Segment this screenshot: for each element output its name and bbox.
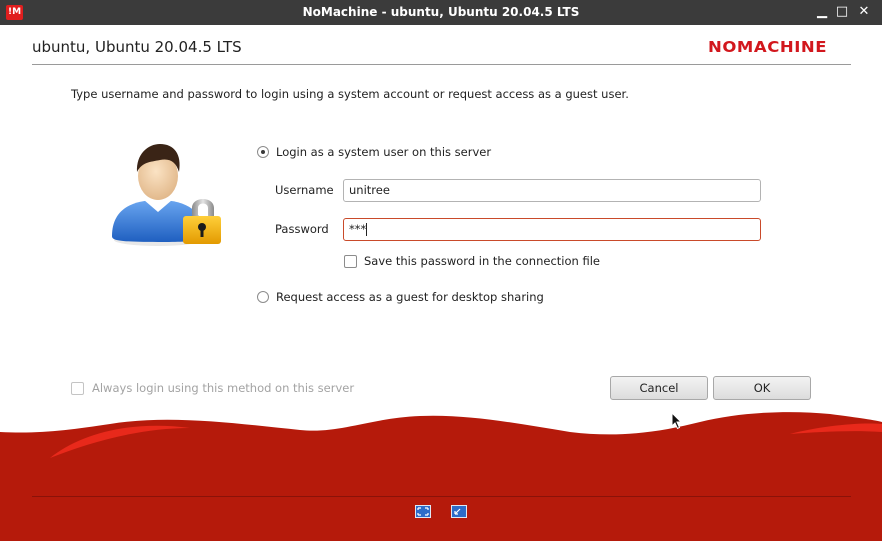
title-bar[interactable]: !M NoMachine - ubuntu, Ubuntu 20.04.5 LT… (0, 0, 882, 25)
maximize-button[interactable]: □ (834, 4, 850, 20)
system-user-option-label[interactable]: Login as a system user on this server (276, 145, 491, 159)
guest-access-radio[interactable] (257, 291, 269, 303)
minimize-button[interactable]: ▁ (814, 4, 830, 20)
fullscreen-icon[interactable] (415, 505, 431, 518)
footer-divider (32, 496, 851, 497)
user-lock-icon (112, 144, 221, 246)
guest-access-option-label[interactable]: Request access as a guest for desktop sh… (276, 290, 544, 304)
text-caret (366, 223, 368, 236)
save-password-label[interactable]: Save this password in the connection fil… (364, 254, 600, 268)
save-password-checkbox[interactable] (344, 255, 357, 268)
password-label: Password (275, 222, 329, 236)
restore-icon[interactable] (451, 505, 467, 518)
page-title: ubuntu, Ubuntu 20.04.5 LTS (32, 38, 242, 56)
nomachine-logo: NOMACHINE (708, 38, 828, 56)
system-user-radio[interactable] (257, 146, 269, 158)
password-input[interactable]: *** (343, 218, 761, 241)
instructions-text: Type username and password to login usin… (71, 87, 629, 101)
header-divider (32, 64, 851, 65)
ok-button[interactable]: OK (713, 376, 811, 400)
close-button[interactable]: ✕ (856, 4, 872, 20)
login-dialog-window: !M NoMachine - ubuntu, Ubuntu 20.04.5 LT… (0, 0, 882, 541)
username-label: Username (275, 183, 334, 197)
cancel-button[interactable]: Cancel (610, 376, 708, 400)
always-login-checkbox[interactable] (71, 382, 84, 395)
always-login-label: Always login using this method on this s… (92, 381, 355, 395)
mouse-cursor-icon (671, 412, 683, 430)
window-title: NoMachine - ubuntu, Ubuntu 20.04.5 LTS (302, 5, 580, 19)
password-value: *** (349, 222, 367, 236)
username-input[interactable]: unitree (343, 179, 761, 202)
decorative-red-wave (0, 412, 882, 541)
